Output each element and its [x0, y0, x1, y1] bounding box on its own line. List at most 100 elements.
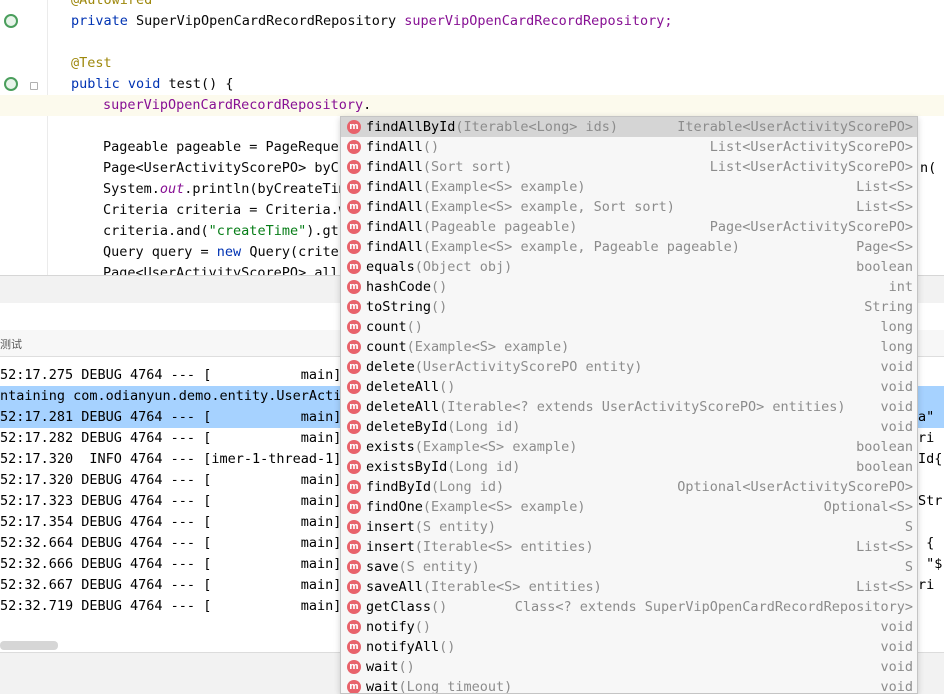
method-name: delete — [366, 359, 415, 375]
method-icon: m — [347, 240, 361, 254]
return-type: void — [880, 619, 913, 635]
method-params: (Long id) — [431, 479, 505, 495]
run-tab-label[interactable]: 测试 — [0, 336, 22, 352]
return-type: List<UserActivityScorePO> — [709, 139, 913, 155]
method-params: () — [439, 639, 456, 655]
return-type: boolean — [856, 259, 913, 275]
completion-item[interactable]: m deleteById(Long id) void — [341, 417, 917, 437]
method-params: (Iterable<S> entities) — [414, 539, 594, 555]
completion-item-name: hashCode() — [366, 277, 447, 297]
return-type: Page<UserActivityScorePO> — [709, 219, 913, 235]
method-icon: m — [347, 540, 361, 554]
completion-item[interactable]: m wait(Long timeout) void — [341, 677, 917, 694]
code-line: Page<UserActivityScorePO> all — [103, 263, 339, 275]
completion-item[interactable]: m notifyAll() void — [341, 637, 917, 657]
completion-item[interactable]: m findAll(Pageable pageable) Page<UserActi… — [341, 217, 917, 237]
completion-item[interactable]: m hashCode() int — [341, 277, 917, 297]
completion-item[interactable]: m saveAll(Iterable<S> entities) List<S> — [341, 577, 917, 597]
method-name: hashCode — [366, 279, 432, 295]
return-type: boolean — [856, 459, 913, 475]
method-icon: m — [347, 420, 361, 434]
completion-item[interactable]: m findOne(Example<S> example) Optional<S> — [341, 497, 917, 517]
completion-item[interactable]: m toString() String — [341, 297, 917, 317]
completion-item[interactable]: m insert(S entity) S — [341, 517, 917, 537]
method-params: (S entity) — [398, 559, 480, 575]
method-icon: m — [347, 400, 361, 414]
completion-item[interactable]: m findAll(Example<S> example) List<S> — [341, 177, 917, 197]
completion-item[interactable]: m exists(Example<S> example) boolean — [341, 437, 917, 457]
method-icon: m — [347, 260, 361, 274]
completion-item-name: findAllById(Iterable<Long> ids) — [366, 117, 618, 137]
method-name: insert — [366, 519, 415, 535]
code-text: Page<UserActivityScorePO> byCr — [103, 160, 347, 176]
completion-item[interactable]: m findAll() List<UserActivityScorePO> — [341, 137, 917, 157]
method-params: (Long timeout) — [398, 679, 513, 694]
completion-item[interactable]: m deleteAll() void — [341, 377, 917, 397]
console-horizontal-scrollbar[interactable] — [0, 641, 58, 650]
code-completion-popup[interactable]: m findAllById(Iterable<Long> ids) Iterable… — [340, 116, 918, 694]
run-test-icon[interactable] — [4, 77, 18, 91]
completion-item-name: findById(Long id) — [366, 477, 504, 497]
completion-item[interactable]: m save(S entity) S — [341, 557, 917, 577]
method-name: findAll — [366, 179, 423, 195]
method-params: () — [398, 659, 415, 675]
console-line-fragment: Id{ — [918, 451, 943, 467]
method-icon: m — [347, 140, 361, 154]
completion-item-name: saveAll(Iterable<S> entities) — [366, 577, 602, 597]
method-name: findById — [366, 479, 432, 495]
gutter-divider — [47, 0, 48, 275]
completion-item[interactable]: m findAll(Example<S> example, Sort sort) L… — [341, 197, 917, 217]
return-type: int — [888, 279, 913, 295]
method-name: findAll — [366, 239, 423, 255]
completion-item[interactable]: m findAllById(Iterable<Long> ids) Iterable… — [341, 117, 917, 137]
bean-navigate-icon[interactable] — [4, 14, 18, 28]
console-line: ntaining com.odianyun.demo.entity.UserAc… — [0, 388, 350, 404]
console-line-fragment: Str — [918, 493, 943, 509]
console-line: 52:17.323 DEBUG 4764 --- [ main] — [0, 493, 342, 509]
fold-marker-icon[interactable] — [30, 82, 38, 90]
method-name: findAll — [366, 139, 423, 155]
completion-item[interactable]: m getClass() Class<? extends SuperVipOpenC… — [341, 597, 917, 617]
method-name: findOne — [366, 499, 423, 515]
method-signature: test() { — [160, 76, 234, 92]
completion-item-name: insert(S entity) — [366, 517, 496, 537]
completion-item[interactable]: m count(Example<S> example) long — [341, 337, 917, 357]
completion-item-name: insert(Iterable<S> entities) — [366, 537, 594, 557]
method-icon: m — [347, 360, 361, 374]
completion-item-name: getClass() — [366, 597, 447, 617]
console-line-fragment: ri — [918, 430, 935, 446]
string-literal: "createTime" — [208, 223, 307, 239]
method-name: findAll — [366, 199, 423, 215]
code-line: superVipOpenCardRecordRepository. — [103, 95, 371, 116]
method-name: findAll — [366, 159, 423, 175]
completion-item[interactable]: m deleteAll(Iterable<? extends UserActivi… — [341, 397, 917, 417]
code-line: System.out.println(byCreateTim — [103, 179, 347, 200]
completion-item[interactable]: m insert(Iterable<S> entities) List<S> — [341, 537, 917, 557]
method-params: (Iterable<Long> ids) — [455, 119, 618, 135]
completion-item[interactable]: m findAll(Sort sort) List<UserActivityScor… — [341, 157, 917, 177]
completion-item-name: wait(Long timeout) — [366, 677, 513, 694]
return-type: Optional<UserActivityScorePO> — [677, 479, 913, 495]
completion-item[interactable]: m equals(Object obj) boolean — [341, 257, 917, 277]
completion-item[interactable]: m delete(UserActivityScorePO entity) void — [341, 357, 917, 377]
completion-item-name: findAll(Example<S> example, Pageable pag… — [366, 237, 740, 257]
completion-item[interactable]: m findById(Long id) Optional<UserActivityS… — [341, 477, 917, 497]
method-params: (Pageable pageable) — [422, 219, 578, 235]
completion-item[interactable]: m notify() void — [341, 617, 917, 637]
method-params: () — [439, 379, 456, 395]
completion-item[interactable]: m wait() void — [341, 657, 917, 677]
console-line: 52:17.354 DEBUG 4764 --- [ main] — [0, 514, 342, 530]
console-line: 52:32.719 DEBUG 4764 --- [ main] — [0, 598, 342, 614]
method-name: notify — [366, 619, 415, 635]
console-line: 52:17.320 DEBUG 4764 --- [ main] — [0, 472, 342, 488]
method-params: (Long id) — [447, 419, 521, 435]
method-name: deleteAll — [366, 379, 440, 395]
return-type: List<UserActivityScorePO> — [709, 159, 913, 175]
method-params: (Example<S> example) — [406, 339, 570, 355]
completion-item[interactable]: m count() long — [341, 317, 917, 337]
completion-item-name: count() — [366, 317, 423, 337]
completion-item[interactable]: m existsById(Long id) boolean — [341, 457, 917, 477]
return-type: long — [880, 339, 913, 355]
completion-item[interactable]: m findAll(Example<S> example, Pageable pa… — [341, 237, 917, 257]
field-reference: superVipOpenCardRecordRepository — [103, 97, 364, 113]
